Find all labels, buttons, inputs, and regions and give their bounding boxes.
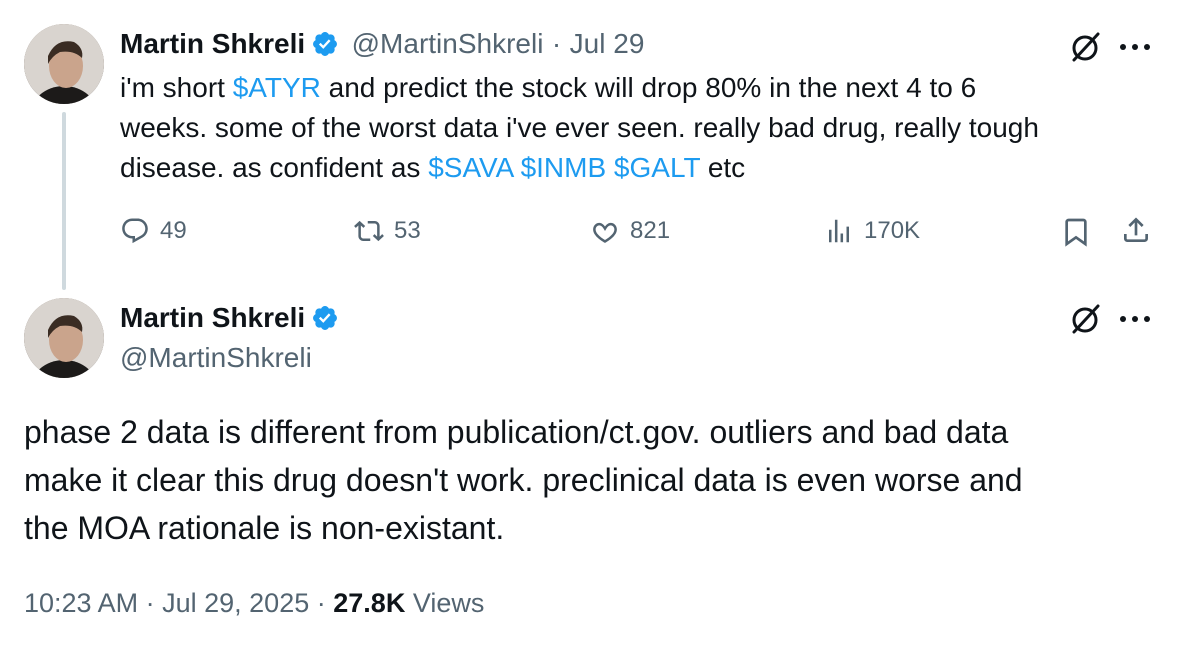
author-name[interactable]: Martin Shkreli — [120, 28, 305, 59]
avatar[interactable] — [24, 24, 104, 104]
tweet-text-part: disease. as confident as — [120, 152, 429, 183]
tweet-text-line: phase 2 data is different from publicati… — [24, 414, 1009, 450]
author-handle[interactable]: @MartinShkreli — [120, 342, 312, 374]
tweet-date[interactable]: Jul 29, 2025 — [162, 588, 309, 618]
avatar[interactable] — [24, 298, 104, 378]
view-count: 170K — [864, 217, 921, 244]
tweet-text-part: i'm short — [120, 72, 233, 103]
like-button[interactable]: 821 — [590, 216, 670, 246]
tweet-text-part: weeks. some of the worst data i've ever … — [120, 112, 1039, 143]
parent-tweet-text: i'm short $ATYR and predict the stock wi… — [120, 68, 1160, 188]
reply-button[interactable]: 49 — [120, 216, 187, 246]
parent-tweet-header: Martin Shkreli @MartinShkreli · Jul 29 — [120, 28, 644, 60]
reply-icon — [122, 218, 148, 244]
author-name[interactable]: Martin Shkreli — [120, 302, 305, 333]
like-icon — [593, 222, 617, 243]
repost-button[interactable]: 53 — [354, 216, 421, 246]
more-icon[interactable] — [1118, 312, 1152, 326]
cashtag-link[interactable]: $SAVA — [428, 152, 513, 183]
repost-count: 53 — [394, 217, 421, 244]
views-icon — [829, 219, 849, 243]
author-handle[interactable]: @MartinShkreli — [352, 28, 544, 59]
views-label: Views — [412, 588, 485, 618]
like-count: 821 — [630, 217, 671, 244]
reply-count: 49 — [160, 217, 187, 244]
cashtag-link[interactable]: $INMB — [521, 152, 607, 183]
bookmark-icon[interactable] — [1060, 216, 1092, 248]
verified-icon — [313, 32, 338, 56]
repost-icon — [354, 220, 384, 242]
cashtag-link[interactable]: $GALT — [614, 152, 700, 183]
view-count: 27.8K — [333, 588, 406, 618]
views-button[interactable]: 170K — [824, 216, 920, 246]
main-tweet-text: phase 2 data is different from publicati… — [24, 408, 1164, 552]
tweet-text-line: the MOA rationale is non-existant. — [24, 510, 505, 546]
grok-icon[interactable] — [1068, 30, 1102, 64]
verified-icon — [313, 306, 338, 330]
separator: · — [145, 588, 155, 618]
tweet-metadata: 10:23 AM · Jul 29, 2025 · 27.8K Views — [24, 588, 484, 619]
grok-icon[interactable] — [1068, 302, 1102, 336]
main-tweet-author: Martin Shkreli — [120, 302, 339, 334]
tweet-time[interactable]: 10:23 AM — [24, 588, 138, 618]
tweet-text-part: and predict the stock will drop 80% in t… — [320, 72, 977, 103]
separator: · — [551, 28, 562, 59]
tweet-text-part: etc — [700, 152, 746, 183]
separator: · — [316, 588, 326, 618]
tweet-date[interactable]: Jul 29 — [570, 28, 645, 59]
more-icon[interactable] — [1118, 40, 1152, 54]
cashtag-link[interactable]: $ATYR — [233, 72, 321, 103]
share-icon[interactable] — [1120, 214, 1152, 246]
thread-line — [62, 112, 66, 290]
tweet-text-line: make it clear this drug doesn't work. pr… — [24, 462, 1023, 498]
